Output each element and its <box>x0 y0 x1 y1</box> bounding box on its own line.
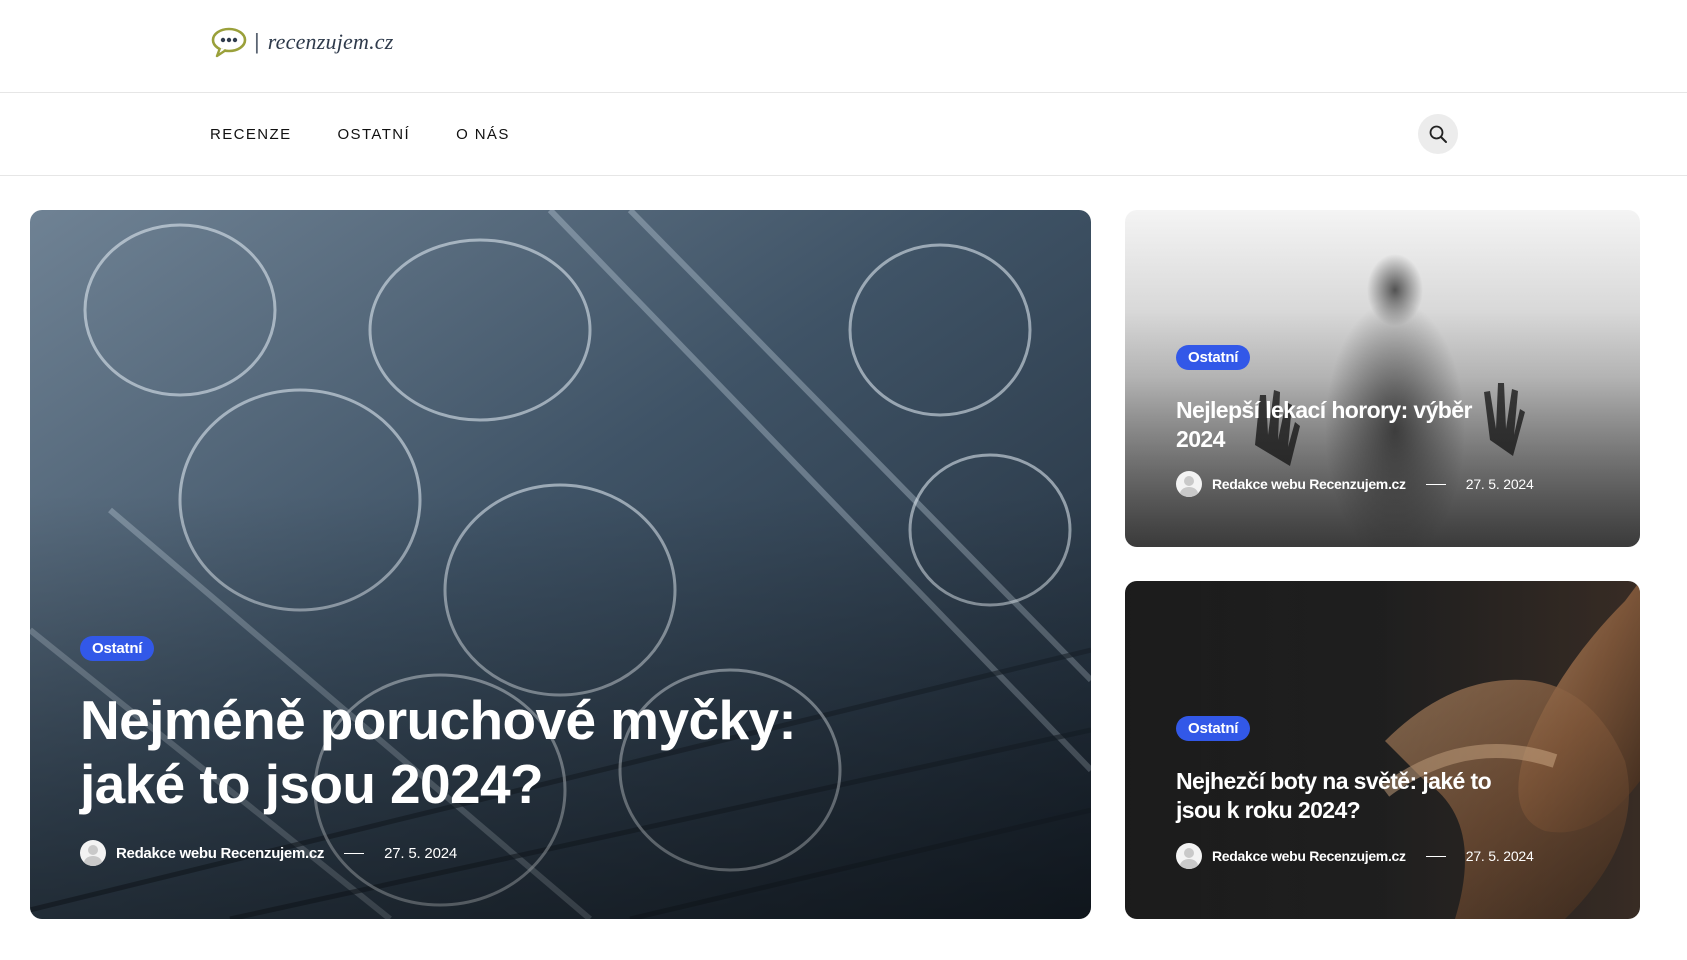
meta-divider <box>1425 483 1446 485</box>
publish-date: 27. 5. 2024 <box>384 844 457 862</box>
article-title-line: Nejméně poruchové myčky: <box>80 689 797 751</box>
nav-item-recenze[interactable]: RECENZE <box>210 126 291 143</box>
nav-item-o-nas[interactable]: O NÁS <box>456 126 510 143</box>
article-title-line: 2024 <box>1176 426 1225 452</box>
article-card[interactable]: Ostatní Nejhezčí boty na světě: jaké to … <box>1125 581 1640 919</box>
article-title-line: jaké to jsou 2024? <box>80 753 544 815</box>
article-title-line: Nejhezčí boty na světě: jaké to <box>1176 768 1492 794</box>
meta-divider <box>344 852 365 854</box>
chat-bubble-icon <box>211 27 247 58</box>
logo-text: recenzujem.cz <box>267 29 394 54</box>
search-button[interactable] <box>1418 114 1458 154</box>
article-title-line: Nejlepší lekací horory: výběr <box>1176 397 1472 423</box>
publish-date: 27. 5. 2024 <box>1465 848 1534 864</box>
site-logo[interactable]: | recenzujem.cz <box>210 24 394 60</box>
nav-menu: RECENZE OSTATNÍ O NÁS <box>210 93 510 175</box>
meta-divider <box>1425 855 1446 857</box>
article-meta: Redakce webu Recenzujem.cz 27. 5. 2024 <box>80 840 457 866</box>
nav-item-ostatni[interactable]: OSTATNÍ <box>337 126 410 143</box>
site-header: | recenzujem.cz <box>0 0 1687 93</box>
article-title-line: jsou k roku 2024? <box>1176 797 1361 823</box>
publish-date: 27. 5. 2024 <box>1465 476 1534 492</box>
search-icon <box>1429 125 1447 143</box>
article-title[interactable]: Nejlepší lekací horory: výběr 2024 <box>1176 396 1472 454</box>
article-card[interactable]: Ostatní Nejlepší lekací horory: výběr 20… <box>1125 210 1640 547</box>
avatar <box>1176 471 1202 497</box>
main-navigation: RECENZE OSTATNÍ O NÁS <box>0 93 1687 176</box>
article-title[interactable]: Nejhezčí boty na světě: jaké to jsou k r… <box>1176 767 1492 825</box>
avatar <box>1176 843 1202 869</box>
category-badge[interactable]: Ostatní <box>1176 345 1251 370</box>
article-meta: Redakce webu Recenzujem.cz 27. 5. 2024 <box>1176 843 1534 869</box>
article-meta: Redakce webu Recenzujem.cz 27. 5. 2024 <box>1176 471 1534 497</box>
logo-separator: | <box>254 29 260 54</box>
author-name[interactable]: Redakce webu Recenzujem.cz <box>1212 476 1406 492</box>
featured-article-card[interactable]: Ostatní Nejméně poruchové myčky: jaké to… <box>30 210 1091 919</box>
author-name[interactable]: Redakce webu Recenzujem.cz <box>1212 848 1406 864</box>
category-badge[interactable]: Ostatní <box>1176 716 1251 741</box>
article-title[interactable]: Nejméně poruchové myčky: jaké to jsou 20… <box>80 688 797 816</box>
category-badge[interactable]: Ostatní <box>80 636 155 661</box>
avatar <box>80 840 106 866</box>
author-name[interactable]: Redakce webu Recenzujem.cz <box>116 845 324 862</box>
